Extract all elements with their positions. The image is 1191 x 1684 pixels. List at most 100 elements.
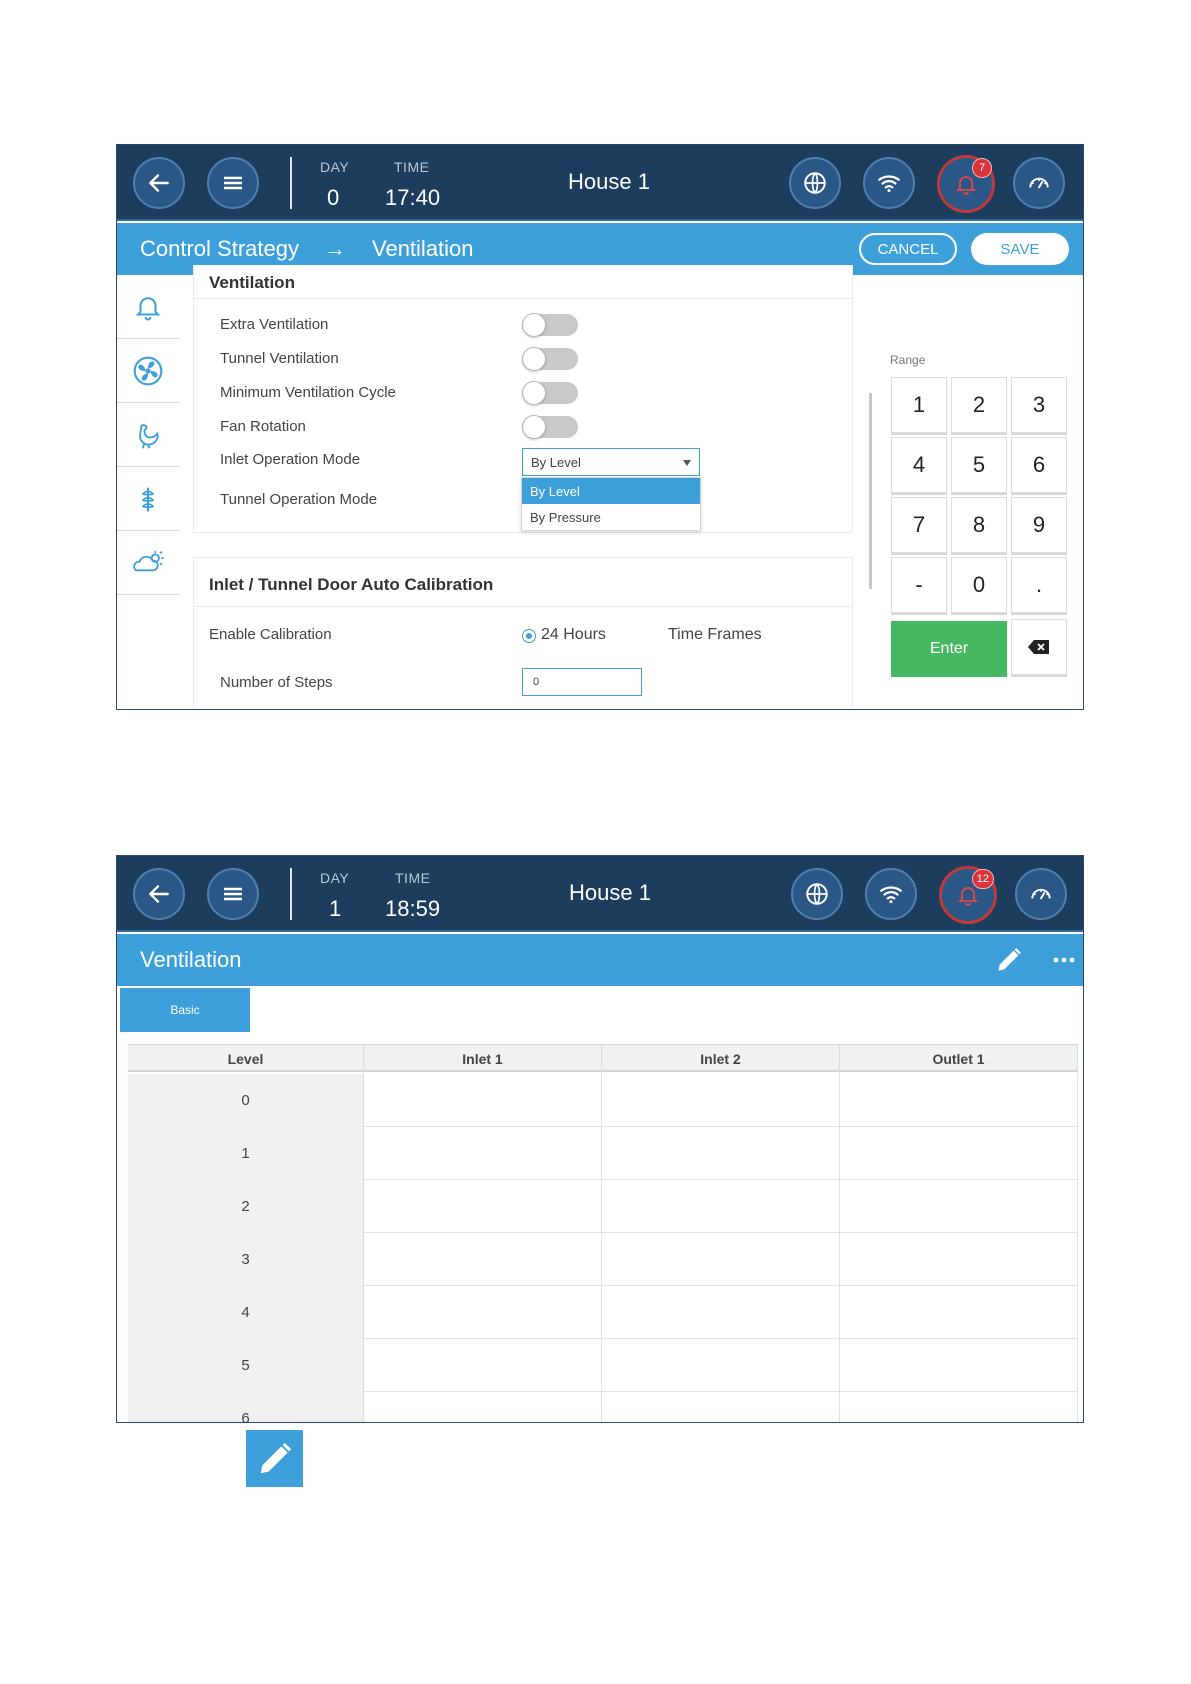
column-header-level: Level <box>128 1045 364 1073</box>
save-button[interactable]: SAVE <box>971 233 1069 265</box>
more-dots-icon <box>1053 957 1075 963</box>
time-value: 17:40 <box>385 185 441 210</box>
inlet-1-cell[interactable] <box>364 1286 602 1339</box>
min-ventilation-cycle-toggle[interactable] <box>522 381 578 405</box>
breadcrumb-arrow-icon: → <box>324 236 346 261</box>
sidenav-item-birds[interactable] <box>117 403 179 467</box>
inlet-1-cell[interactable] <box>364 1233 602 1286</box>
radio-24-hours[interactable] <box>522 629 536 643</box>
sidenav-item-alarms[interactable] <box>117 275 179 339</box>
key-minus[interactable]: - <box>891 557 947 613</box>
back-button[interactable] <box>133 157 185 209</box>
table-row: 3 <box>128 1233 1078 1286</box>
day-value: 0 <box>327 185 340 210</box>
dashboard-button[interactable] <box>1015 868 1067 920</box>
outlet-1-cell[interactable] <box>840 1339 1078 1392</box>
fan-rotation-toggle[interactable] <box>522 415 578 439</box>
settings-scrollbar[interactable] <box>869 393 872 589</box>
key-3[interactable]: 3 <box>1011 377 1067 433</box>
inlet-1-cell[interactable] <box>364 1127 602 1180</box>
sidenav-item-fans[interactable] <box>117 339 179 403</box>
globe-button[interactable] <box>791 868 843 920</box>
outlet-1-cell[interactable] <box>840 1392 1078 1422</box>
cancel-button[interactable]: CANCEL <box>859 233 957 265</box>
level-cell: 2 <box>128 1180 364 1233</box>
dropdown-option-by-pressure[interactable]: By Pressure <box>522 504 700 530</box>
number-of-steps-label: Number of Steps <box>220 674 333 691</box>
edit-button[interactable] <box>993 944 1025 976</box>
alarm-count-badge: 12 <box>971 869 994 889</box>
gauge-icon <box>1029 177 1049 189</box>
extra-ventilation-toggle[interactable] <box>522 313 578 337</box>
time-label: TIME <box>394 159 430 175</box>
inlet-1-cell[interactable] <box>364 1074 602 1127</box>
outlet-1-cell[interactable] <box>840 1286 1078 1339</box>
menu-button[interactable] <box>207 157 259 209</box>
key-0[interactable]: 0 <box>951 557 1007 613</box>
table-row: 1 <box>128 1127 1078 1180</box>
bird-icon <box>139 423 159 449</box>
divider <box>194 606 852 607</box>
inlet-2-cell[interactable] <box>602 1339 840 1392</box>
number-of-steps-input[interactable]: 0 <box>522 668 642 696</box>
outlet-1-cell[interactable] <box>840 1233 1078 1286</box>
outlet-1-cell[interactable] <box>840 1180 1078 1233</box>
inlet-2-cell[interactable] <box>602 1074 840 1127</box>
sidenav-item-feed[interactable] <box>117 467 179 531</box>
inlet-2-cell[interactable] <box>602 1180 840 1233</box>
enter-button[interactable]: Enter <box>891 621 1007 677</box>
globe-button[interactable] <box>789 157 841 209</box>
key-5[interactable]: 5 <box>951 437 1007 493</box>
level-cell: 5 <box>128 1339 364 1392</box>
day-label: DAY <box>320 870 350 886</box>
plant-icon <box>141 487 155 511</box>
inlet-1-cell[interactable] <box>364 1180 602 1233</box>
weather-icon <box>133 550 164 571</box>
top-bar: DAY 1 TIME 18:59 House 1 12 <box>117 856 1083 932</box>
backspace-button[interactable] <box>1011 619 1067 675</box>
inlet-operation-mode-select[interactable]: By Level <box>522 448 700 476</box>
inlet-2-cell[interactable] <box>602 1392 840 1422</box>
inlet-2-cell[interactable] <box>602 1286 840 1339</box>
sidenav-item-climate[interactable] <box>117 531 179 595</box>
radio-time-frames-label[interactable]: Time Frames <box>668 626 762 644</box>
key-2[interactable]: 2 <box>951 377 1007 433</box>
column-header-inlet-1: Inlet 1 <box>364 1045 602 1073</box>
time-label: TIME <box>395 870 431 886</box>
key-7[interactable]: 7 <box>891 497 947 553</box>
inlet-2-cell[interactable] <box>602 1233 840 1286</box>
tunnel-ventilation-label: Tunnel Ventilation <box>220 350 339 367</box>
tab-basic[interactable]: Basic <box>120 988 250 1032</box>
inlet-1-cell[interactable] <box>364 1339 602 1392</box>
wifi-button[interactable] <box>863 157 915 209</box>
outlet-1-cell[interactable] <box>840 1074 1078 1127</box>
back-button[interactable] <box>133 868 185 920</box>
alarms-button[interactable]: 7 <box>937 155 995 213</box>
menu-button[interactable] <box>207 868 259 920</box>
day-label: DAY <box>320 159 350 175</box>
dashboard-button[interactable] <box>1013 157 1065 209</box>
ventilation-panel: Ventilation Extra Ventilation Tunnel Ven… <box>193 265 853 533</box>
level-cell: 3 <box>128 1233 364 1286</box>
hamburger-icon <box>224 887 242 901</box>
key-9[interactable]: 9 <box>1011 497 1067 553</box>
pencil-icon <box>998 948 1021 971</box>
inlet-1-cell[interactable] <box>364 1392 602 1422</box>
tunnel-ventilation-toggle[interactable] <box>522 347 578 371</box>
alarms-button[interactable]: 12 <box>939 866 997 924</box>
key-8[interactable]: 8 <box>951 497 1007 553</box>
level-cell: 6 <box>128 1392 364 1422</box>
inlet-2-cell[interactable] <box>602 1127 840 1180</box>
key-4[interactable]: 4 <box>891 437 947 493</box>
dropdown-option-by-level[interactable]: By Level <box>522 478 700 504</box>
toggle-knob <box>522 381 546 405</box>
edit-pencil-reference <box>246 1430 303 1487</box>
key-6[interactable]: 6 <box>1011 437 1067 493</box>
key-1[interactable]: 1 <box>891 377 947 433</box>
key-dot[interactable]: . <box>1011 557 1067 613</box>
outlet-1-cell[interactable] <box>840 1127 1078 1180</box>
breadcrumb-parent[interactable]: Control Strategy <box>140 236 299 262</box>
wifi-button[interactable] <box>865 868 917 920</box>
more-options-button[interactable] <box>1049 944 1079 976</box>
back-arrow-icon <box>149 174 169 192</box>
